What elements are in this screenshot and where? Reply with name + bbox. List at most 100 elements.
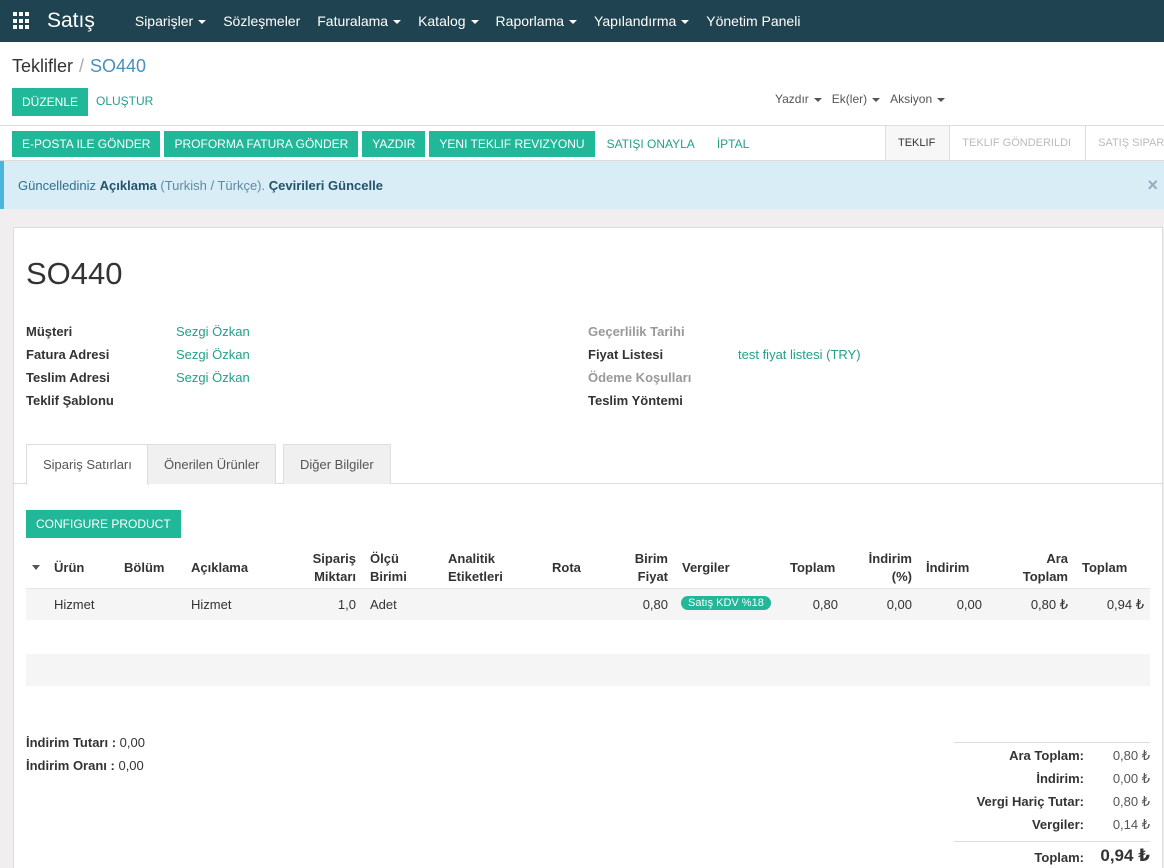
col-taxes[interactable]: Vergiler bbox=[682, 559, 730, 577]
create-button[interactable]: OLUŞTUR bbox=[96, 94, 153, 108]
col-subtotal-line1: Ara bbox=[1046, 551, 1068, 566]
record-title: SO440 bbox=[26, 256, 123, 291]
statusbar: E-POSTA ILE GÖNDER PROFORMA FATURA GÖNDE… bbox=[0, 126, 1164, 161]
discount-label: İndirim: bbox=[1036, 771, 1084, 786]
stage-sales-order[interactable]: SATIŞ SIPARIŞI bbox=[1085, 126, 1164, 160]
new-revision-button[interactable]: YENI TEKLIF REVIZYONU bbox=[429, 131, 595, 157]
alert-lang: (Turkish / Türkçe). bbox=[160, 177, 266, 193]
confirm-sale-button[interactable]: SATIŞI ONAYLA bbox=[607, 137, 695, 151]
cell-subtotal: 0,80 ₺ bbox=[1030, 597, 1068, 612]
col-route[interactable]: Rota bbox=[552, 559, 581, 577]
menu-catalog-label: Katalog bbox=[418, 13, 466, 29]
col-analytic-tags[interactable]: Analitik Etiketleri bbox=[448, 550, 503, 586]
col-price-line2: Fiyat bbox=[637, 569, 668, 584]
menu-dashboard[interactable]: Yönetim Paneli bbox=[706, 13, 800, 29]
cell-unit-price: 0,80 bbox=[642, 597, 668, 612]
tab-order-lines[interactable]: Sipariş Satırları bbox=[26, 444, 149, 485]
stage-quotation[interactable]: TEKLIF bbox=[885, 126, 950, 160]
cell-product: Hizmet bbox=[54, 597, 95, 612]
menu-dashboard-label: Yönetim Paneli bbox=[706, 13, 801, 29]
menu-configuration[interactable]: Yapılandırma bbox=[594, 13, 690, 29]
chevron-down-icon bbox=[569, 20, 578, 24]
cancel-button[interactable]: İPTAL bbox=[717, 137, 749, 151]
field-validity-date: Geçerlilik Tarihi bbox=[588, 324, 738, 339]
discount-row: İndirim: 0,00 ₺ bbox=[954, 766, 1150, 789]
print-dropdown-label: Yazdır bbox=[775, 92, 809, 106]
cell-discount-pct: 0,00 bbox=[886, 597, 912, 612]
close-icon[interactable]: × bbox=[1147, 175, 1158, 196]
chevron-down-icon bbox=[813, 98, 822, 102]
col-quantity[interactable]: Sipariş Miktarı bbox=[292, 550, 356, 586]
discount-value: 0,00 ₺ bbox=[1112, 771, 1150, 786]
untaxed-label: Vergi Hariç Tutar: bbox=[976, 794, 1084, 809]
table-row[interactable]: Hizmet Hizmet 1,0 Adet 0,80 Satış KDV %1… bbox=[26, 588, 1150, 620]
menu-orders[interactable]: Siparişler bbox=[135, 13, 207, 29]
col-analytic-line2: Etiketleri bbox=[448, 569, 503, 584]
taxes-value: 0,14 ₺ bbox=[1112, 817, 1150, 832]
add-line-row[interactable] bbox=[26, 654, 1150, 686]
print-dropdown[interactable]: Yazdır bbox=[775, 92, 822, 106]
send-proforma-button[interactable]: PROFORMA FATURA GÖNDER bbox=[164, 131, 359, 157]
chevron-down-icon bbox=[393, 20, 402, 24]
sidebar-actions: Yazdır Ek(ler) Aksiyon bbox=[775, 92, 955, 106]
col-quantity-line1: Sipariş bbox=[312, 551, 356, 566]
tab-other-info[interactable]: Diğer Bilgiler bbox=[283, 444, 391, 484]
app-title: Satış bbox=[47, 9, 95, 32]
col-discount-pct-line1: İndirim bbox=[868, 551, 912, 566]
field-label: Fatura Adresi bbox=[26, 347, 110, 362]
col-unit-price[interactable]: Birim Fiyat bbox=[618, 550, 668, 586]
cell-total-tax: 0,94 ₺ bbox=[1106, 597, 1144, 612]
cell-total: 0,80 bbox=[812, 597, 838, 612]
send-email-button[interactable]: E-POSTA ILE GÖNDER bbox=[12, 131, 161, 157]
pricelist-link[interactable]: test fiyat listesi (TRY) bbox=[738, 347, 861, 362]
col-section[interactable]: Bölüm bbox=[124, 559, 164, 577]
chevron-down-icon bbox=[470, 20, 479, 24]
edit-button[interactable]: DÜZENLE bbox=[12, 88, 89, 116]
print-button[interactable]: YAZDIR bbox=[362, 131, 426, 157]
cell-discount: 0,00 bbox=[956, 597, 982, 612]
field-invoice-address: Fatura Adresi Sezgi Özkan bbox=[26, 347, 250, 362]
top-navbar: Satış Siparişler Sözleşmeler Faturalama … bbox=[0, 0, 1164, 42]
field-delivery-address: Teslim Adresi Sezgi Özkan bbox=[26, 370, 250, 385]
invoice-address-link[interactable]: Sezgi Özkan bbox=[176, 347, 250, 362]
configure-product-button[interactable]: CONFIGURE PRODUCT bbox=[26, 510, 181, 538]
discount-rate: İndirim Oranı : 0,00 bbox=[26, 758, 144, 773]
sort-caret-icon[interactable] bbox=[32, 565, 40, 570]
field-label: Müşteri bbox=[26, 324, 73, 339]
tax-badge: Satış KDV %18 bbox=[681, 596, 771, 610]
update-translations-link[interactable]: Çevirileri Güncelle bbox=[269, 178, 383, 193]
col-description[interactable]: Açıklama bbox=[191, 559, 248, 577]
stage-bar: TEKLIF TEKLIF GÖNDERILDI SATIŞ SIPARIŞI bbox=[885, 126, 1164, 160]
menu-reporting[interactable]: Raporlama bbox=[496, 13, 578, 29]
menu-configuration-label: Yapılandırma bbox=[594, 13, 677, 29]
apps-grid-icon[interactable] bbox=[13, 12, 31, 30]
col-discount-pct[interactable]: İndirim (%) bbox=[862, 550, 912, 586]
breadcrumb-current: SO440 bbox=[90, 56, 147, 76]
discount-rate-label: İndirim Oranı : bbox=[26, 758, 115, 773]
col-total-tax[interactable]: Toplam bbox=[1082, 559, 1127, 577]
col-total[interactable]: Toplam bbox=[790, 559, 835, 577]
menu-catalog[interactable]: Katalog bbox=[418, 13, 479, 29]
untaxed-row: Vergi Hariç Tutar: 0,80 ₺ bbox=[954, 789, 1150, 812]
customer-link[interactable]: Sezgi Özkan bbox=[176, 324, 250, 339]
alert-field: Açıklama bbox=[99, 177, 157, 193]
action-dropdown[interactable]: Aksiyon bbox=[890, 92, 946, 106]
col-discount[interactable]: İndirim bbox=[926, 559, 969, 577]
col-uom[interactable]: Ölçü Birimi bbox=[370, 550, 407, 586]
attachments-dropdown[interactable]: Ek(ler) bbox=[832, 92, 881, 106]
menu-invoicing[interactable]: Faturalama bbox=[317, 13, 402, 29]
col-product[interactable]: Ürün bbox=[54, 559, 84, 577]
subtotal-value: 0,80 ₺ bbox=[1112, 748, 1150, 763]
stage-quotation-sent[interactable]: TEKLIF GÖNDERILDI bbox=[949, 126, 1085, 160]
totals-summary: Ara Toplam: 0,80 ₺ İndirim: 0,00 ₺ Vergi… bbox=[954, 742, 1150, 868]
menu-contracts-label: Sözleşmeler bbox=[223, 13, 301, 29]
order-lines-table: Ürün Bölüm Açıklama Sipariş Miktarı Ölçü B… bbox=[26, 544, 1150, 620]
tab-optional-products[interactable]: Önerilen Ürünler bbox=[147, 444, 277, 484]
translation-alert: Güncellediniz Açıklama (Turkish / Türkçe… bbox=[0, 161, 1164, 209]
breadcrumb-quotations[interactable]: Teklifler bbox=[12, 56, 73, 77]
delivery-address-link[interactable]: Sezgi Özkan bbox=[176, 370, 250, 385]
menu-contracts[interactable]: Sözleşmeler bbox=[223, 13, 300, 29]
table-header: Ürün Bölüm Açıklama Sipariş Miktarı Ölçü B… bbox=[26, 544, 1150, 588]
grand-total-label: Toplam: bbox=[1034, 850, 1084, 865]
col-subtotal[interactable]: Ara Toplam bbox=[1006, 550, 1068, 586]
